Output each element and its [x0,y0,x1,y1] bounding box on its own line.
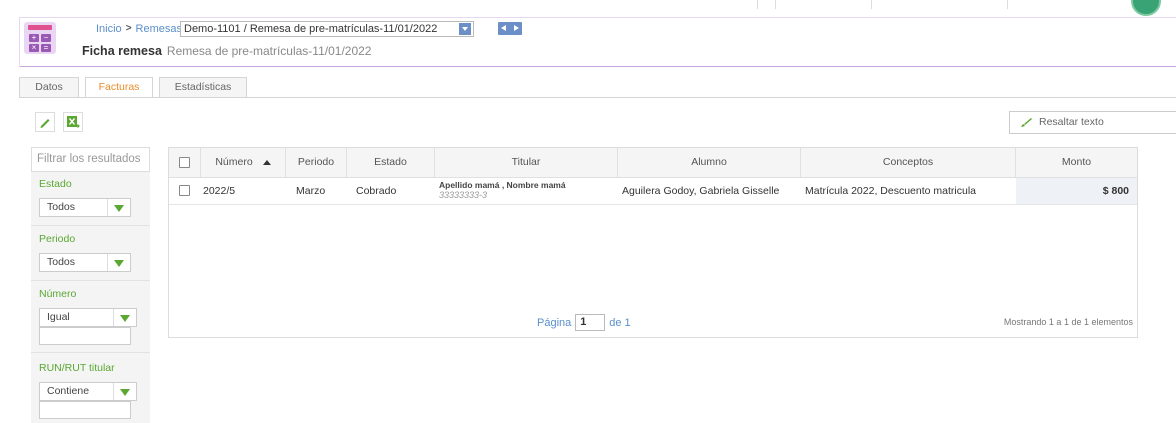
filter-numero-value: Igual [47,311,70,323]
tab-estadisticas[interactable]: Estadísticas [159,77,247,97]
page-subtitle: Remesa de pre-matrículas-11/01/2022 [166,44,372,58]
page-title-label: Ficha remesa [82,44,162,58]
select-all-checkbox[interactable] [179,157,190,168]
brush-icon [1021,118,1032,127]
pagination: Página 1 de 1 [537,314,631,333]
top-user-bar [0,0,1176,16]
table-header: Número Periodo Estado Titular Alumno Con… [169,148,1137,178]
excel-export-icon [67,116,80,128]
chevron-down-icon [114,205,124,212]
chevron-down-icon [459,23,471,35]
column-header-numero[interactable]: Número [201,148,286,177]
filter-run-input[interactable] [39,401,131,419]
records-count: Mostrando 1 a 1 de 1 elementos [1003,317,1133,327]
tab-datos[interactable]: Datos [19,77,79,97]
breadcrumb-home-link[interactable]: Inicio [96,21,122,37]
row-checkbox[interactable] [179,185,190,196]
cell-estado: Cobrado [356,185,397,197]
page-label: Página [537,317,572,329]
cell-titular: Apellido mamá , Nombre mamá 33333333-3 [439,178,618,204]
record-selector-value: Demo-1101 / Remesa de pre-matrículas-11/… [184,23,438,35]
edit-button[interactable] [35,112,55,132]
select-all-column [169,148,201,177]
record-selector[interactable]: Demo-1101 / Remesa de pre-matrículas-11/… [180,21,474,37]
column-header-alumno[interactable]: Alumno [618,148,801,177]
filter-divider [31,225,150,226]
filter-divider [31,280,150,281]
filter-estado-label: Estado [39,178,72,190]
top-bar-divider [871,0,872,9]
column-header-monto[interactable]: Monto [1016,148,1137,177]
filter-periodo-value: Todos [47,256,76,268]
invoices-table: Número Periodo Estado Titular Alumno Con… [168,147,1138,338]
filter-run-label: RUN/RUT titular [39,362,115,374]
pencil-icon [40,119,50,128]
page-total: de 1 [609,317,631,329]
column-header-conceptos[interactable]: Conceptos [801,148,1016,177]
user-avatar[interactable] [1131,0,1161,16]
filter-numero-input[interactable] [39,327,131,345]
cell-conceptos: Matrícula 2022, Descuento matricula [805,185,976,197]
top-bar-divider [775,0,776,9]
table-row[interactable]: 2022/5 Marzo Cobrado Apellido mamá , Nom… [169,178,1137,205]
highlight-text-placeholder: Resaltar texto [1039,116,1104,128]
filter-periodo-label: Periodo [39,233,76,245]
prev-arrow-icon[interactable] [501,25,506,31]
export-excel-button[interactable] [63,112,83,132]
filter-search-placeholder: Filtrar los resultados [37,153,141,165]
cell-monto: $ 800 [1016,178,1137,204]
chevron-down-icon [114,260,124,267]
tab-divider [19,97,1176,98]
top-bar-divider [1007,0,1008,9]
titular-rut: 33333333-3 [439,190,488,200]
chevron-down-icon [120,389,130,396]
filter-estado-select[interactable]: Todos [39,198,131,217]
column-header-periodo[interactable]: Periodo [286,148,347,177]
filter-run-value: Contiene [47,385,90,397]
filter-search-input[interactable]: Filtrar los resultados [31,147,150,172]
filter-estado-value: Todos [47,201,76,213]
calculator-icon: + − × = [24,22,56,54]
top-bar-divider [757,0,758,9]
next-arrow-icon[interactable] [514,25,519,31]
titular-name: Apellido mamá , Nombre mamá [439,180,566,190]
filter-divider [31,352,150,353]
highlight-text-input[interactable]: Resaltar texto [1009,111,1176,134]
chevron-down-icon [120,315,130,322]
filter-run-select[interactable]: Contiene [39,382,137,401]
page-title: Ficha remesa Remesa de pre-matrículas-11/… [82,44,371,58]
record-nav-arrows[interactable] [498,22,522,35]
filter-numero-label: Número [39,288,77,300]
row-select-cell [169,178,201,204]
sort-asc-icon [262,159,271,165]
cell-periodo: Marzo [296,185,326,197]
column-header-titular[interactable]: Titular [435,148,618,177]
column-numero-label: Número [215,156,253,168]
breadcrumb-separator: > [125,23,132,34]
page-number-input[interactable]: 1 [575,314,606,331]
filter-periodo-select[interactable]: Todos [39,253,131,272]
column-header-estado[interactable]: Estado [347,148,435,177]
breadcrumb-remesas-link[interactable]: Remesas [136,21,182,37]
tab-facturas[interactable]: Facturas [85,77,153,98]
cell-alumno: Aguilera Godoy, Gabriela Gisselle [622,185,780,197]
cell-numero: 2022/5 [203,185,236,197]
filter-numero-select[interactable]: Igual [39,308,137,327]
